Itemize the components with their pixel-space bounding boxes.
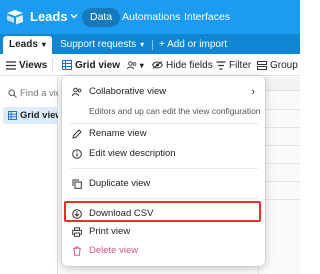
rename-view-item[interactable]: Rename view [70, 126, 258, 142]
table-tab-label: Support requests [60, 39, 137, 50]
table-tab-label: Leads [9, 39, 38, 50]
menu-divider [70, 198, 258, 199]
menu-icon [6, 61, 16, 70]
hide-fields-button[interactable]: Hide fields [152, 58, 213, 73]
table-tab-leads[interactable]: Leads ▾ [3, 36, 52, 54]
rename-view-label: Rename view [89, 128, 147, 139]
eye-icon [152, 61, 163, 70]
delete-view-label: Delete view [89, 245, 139, 256]
tab-interfaces[interactable]: Interfaces [184, 8, 230, 27]
collaborative-view-label: Collaborative view [89, 86, 167, 97]
printer-icon [72, 227, 82, 237]
info-icon [72, 149, 82, 159]
grid-view-switcher[interactable]: Grid view ▾ [62, 58, 144, 73]
view-options-menu: Collaborative view › Editors and up can … [62, 76, 265, 266]
edit-description-item[interactable]: Edit view description [70, 146, 258, 162]
duplicate-view-item[interactable]: Duplicate view [70, 176, 258, 192]
views-label: Views [19, 60, 48, 71]
print-view-label: Print view [89, 226, 131, 237]
add-or-import-button[interactable]: + Add or import [159, 36, 227, 54]
edit-description-label: Edit view description [89, 148, 176, 159]
chevron-down-icon[interactable]: ▾ [140, 61, 144, 70]
filter-button[interactable]: Filter [216, 58, 251, 73]
group-button[interactable]: Group [257, 58, 298, 73]
view-toolbar: Views Grid view ▾ Hide fields Filter Gro… [0, 54, 300, 76]
group-icon [257, 60, 267, 70]
chevron-down-icon[interactable]: ▾ [140, 36, 144, 54]
hide-fields-label: Hide fields [166, 60, 213, 71]
chevron-down-icon[interactable]: ▾ [42, 36, 46, 54]
collaborative-view-description: Editors and up can edit the view configu… [89, 106, 261, 116]
chevron-down-icon[interactable] [69, 11, 79, 21]
duplicate-icon [72, 179, 82, 189]
users-icon [126, 61, 137, 70]
trash-icon [73, 246, 81, 256]
table-tabs-bar: Leads ▾ Support requests ▾ + Add or import [0, 34, 300, 54]
download-csv-highlight [64, 201, 261, 222]
views-sidebar: Find a view Grid view [0, 77, 68, 274]
toolbar-divider [52, 58, 53, 72]
sidebar-item-label: Grid view [20, 110, 63, 121]
delete-view-item[interactable]: Delete view [70, 243, 258, 259]
pencil-icon [72, 129, 82, 139]
grid-view-label: Grid view [75, 60, 121, 71]
tab-data[interactable]: Data [82, 8, 121, 27]
print-view-item[interactable]: Print view [70, 224, 258, 240]
tab-automations[interactable]: Automations [122, 8, 180, 27]
menu-divider [70, 168, 258, 169]
users-icon [72, 87, 82, 97]
group-label: Group [270, 60, 298, 71]
app-header: Leads Data Automations Interfaces [0, 0, 300, 34]
grid-icon [62, 60, 72, 71]
table-tab-support-requests[interactable]: Support requests ▾ [60, 36, 144, 54]
search-icon [8, 89, 17, 98]
tab-divider [152, 40, 153, 50]
duplicate-view-label: Duplicate view [89, 178, 151, 189]
sidebar-item-grid-view[interactable]: Grid view [3, 107, 63, 124]
filter-icon [216, 61, 226, 70]
views-button[interactable]: Views [6, 58, 47, 73]
collaborative-view-item[interactable]: Collaborative view [70, 84, 258, 100]
grid-icon [7, 110, 18, 121]
filter-label: Filter [229, 60, 252, 71]
chevron-right-icon[interactable]: › [251, 86, 255, 98]
airtable-logo-icon [7, 10, 23, 25]
base-title[interactable]: Leads [30, 9, 68, 24]
menu-divider [70, 123, 258, 124]
